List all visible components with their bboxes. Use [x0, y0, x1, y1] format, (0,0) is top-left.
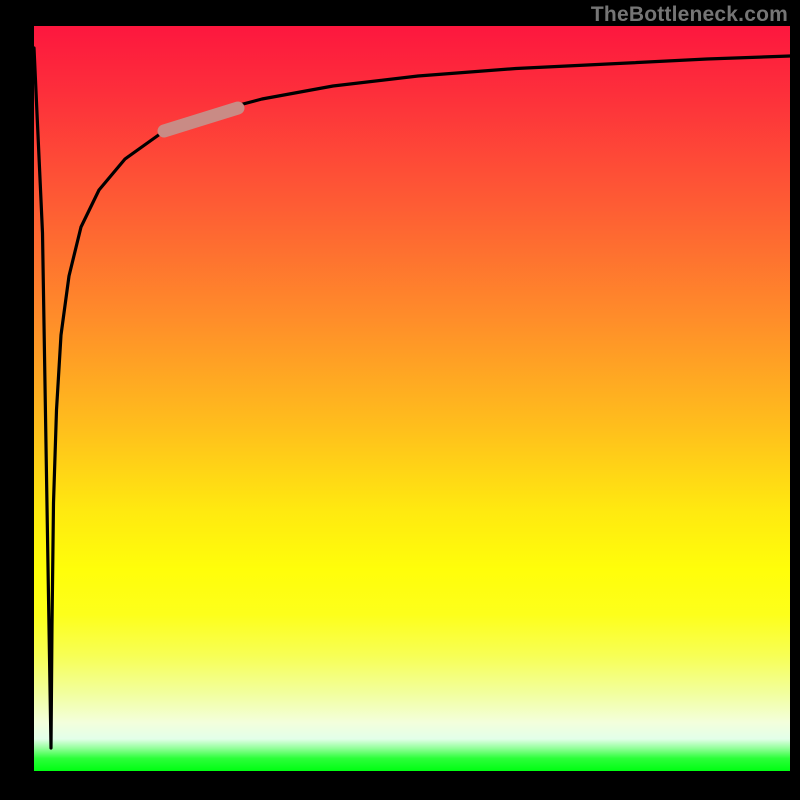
chart-stage: TheBottleneck.com — [0, 0, 800, 800]
attribution-label: TheBottleneck.com — [591, 3, 788, 27]
chart-plot-area — [34, 26, 790, 771]
